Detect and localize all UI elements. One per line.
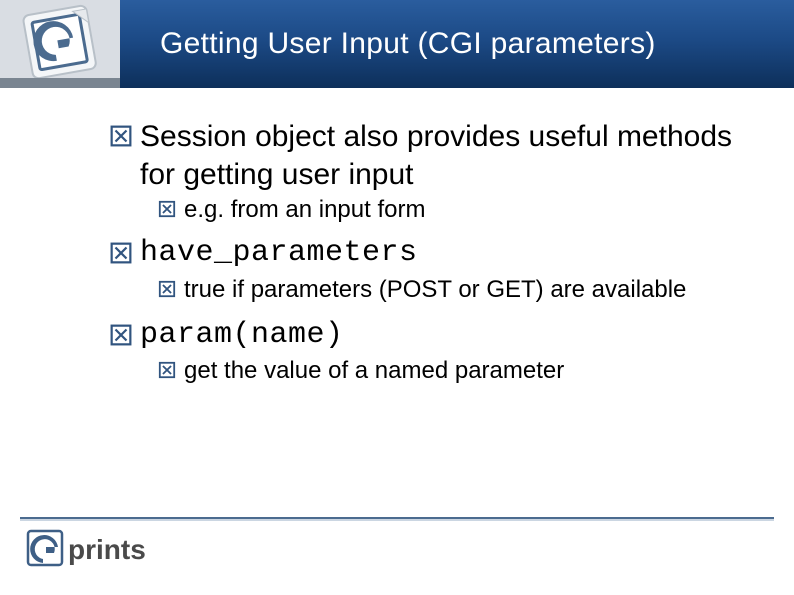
bullet-level2: get the value of a named parameter [158,356,734,386]
xbox-bullet-icon [110,125,132,147]
eprints-logo: prints [26,529,176,576]
xbox-bullet-icon [158,361,176,379]
xbox-bullet-icon [110,324,132,346]
xbox-bullet-icon [158,200,176,218]
bullet-level1: have_parameters [110,235,734,273]
slide-content: Session object also provides useful meth… [0,88,794,386]
bullet-text: Session object also provides useful meth… [140,118,734,193]
xbox-bullet-icon [110,242,132,264]
title-band: Getting User Input (CGI parameters) [120,0,794,88]
sub-bullet-text: get the value of a named parameter [184,356,564,386]
sub-bullet-text: e.g. from an input form [184,195,425,225]
xbox-bullet-icon [158,280,176,298]
bullet-text: param(name) [140,317,344,355]
bullet-level2: e.g. from an input form [158,195,734,225]
bullet-level2: true if parameters (POST or GET) are ava… [158,275,734,305]
slide-title: Getting User Input (CGI parameters) [160,27,656,61]
bullet-level1: Session object also provides useful meth… [110,118,734,193]
bullet-text: have_parameters [140,235,418,273]
bullet-level1: param(name) [110,317,734,355]
slide-header: Getting User Input (CGI parameters) [0,0,794,88]
logo-text: prints [68,534,146,565]
sub-bullet-text: true if parameters (POST or GET) are ava… [184,275,686,305]
slide-footer: prints [0,517,794,577]
footer-divider-light [20,519,774,521]
header-corner-image [0,0,120,88]
